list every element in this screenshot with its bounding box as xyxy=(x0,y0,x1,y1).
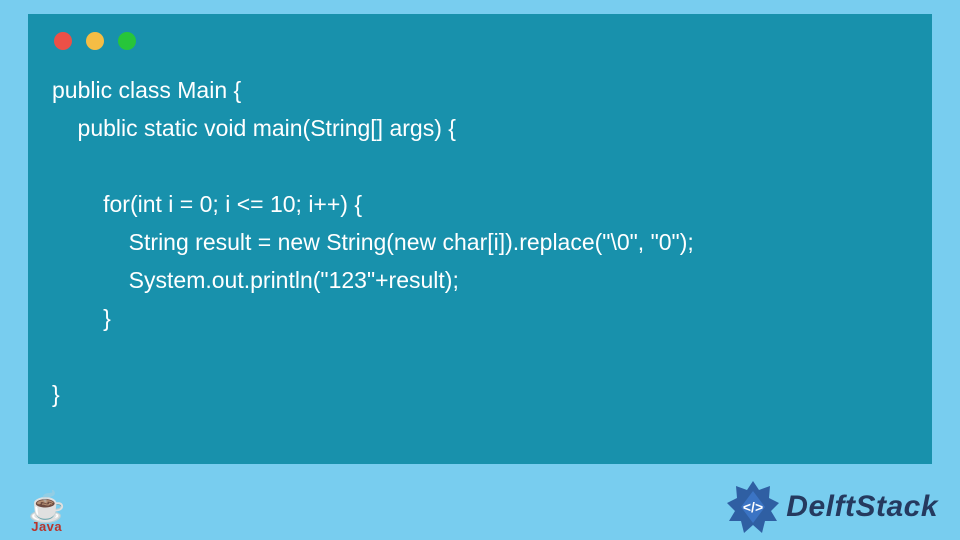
code-line: } xyxy=(52,381,60,407)
window-dot-red-icon xyxy=(54,32,72,50)
window-dot-yellow-icon xyxy=(86,32,104,50)
code-line: String result = new String(new char[i]).… xyxy=(52,229,694,255)
java-label: Java xyxy=(31,519,62,534)
java-logo: ☕ Java xyxy=(28,494,65,534)
code-line: public static void main(String[] args) { xyxy=(52,115,456,141)
code-block: public class Main { public static void m… xyxy=(48,72,912,413)
delftstack-badge-icon: </> xyxy=(726,480,780,534)
footer: ☕ Java </> DelftStack xyxy=(0,478,960,540)
brand-name: DelftStack xyxy=(786,490,938,524)
java-cup-icon: ☕ xyxy=(28,494,65,521)
svg-text:</>: </> xyxy=(743,499,763,515)
code-window: public class Main { public static void m… xyxy=(28,14,932,464)
window-traffic-lights xyxy=(48,32,912,50)
code-line: public class Main { xyxy=(52,77,241,103)
brand-logo: </> DelftStack xyxy=(726,480,938,534)
code-line: } xyxy=(52,305,111,331)
code-line: System.out.println("123"+result); xyxy=(52,267,459,293)
code-line: for(int i = 0; i <= 10; i++) { xyxy=(52,191,362,217)
window-dot-green-icon xyxy=(118,32,136,50)
